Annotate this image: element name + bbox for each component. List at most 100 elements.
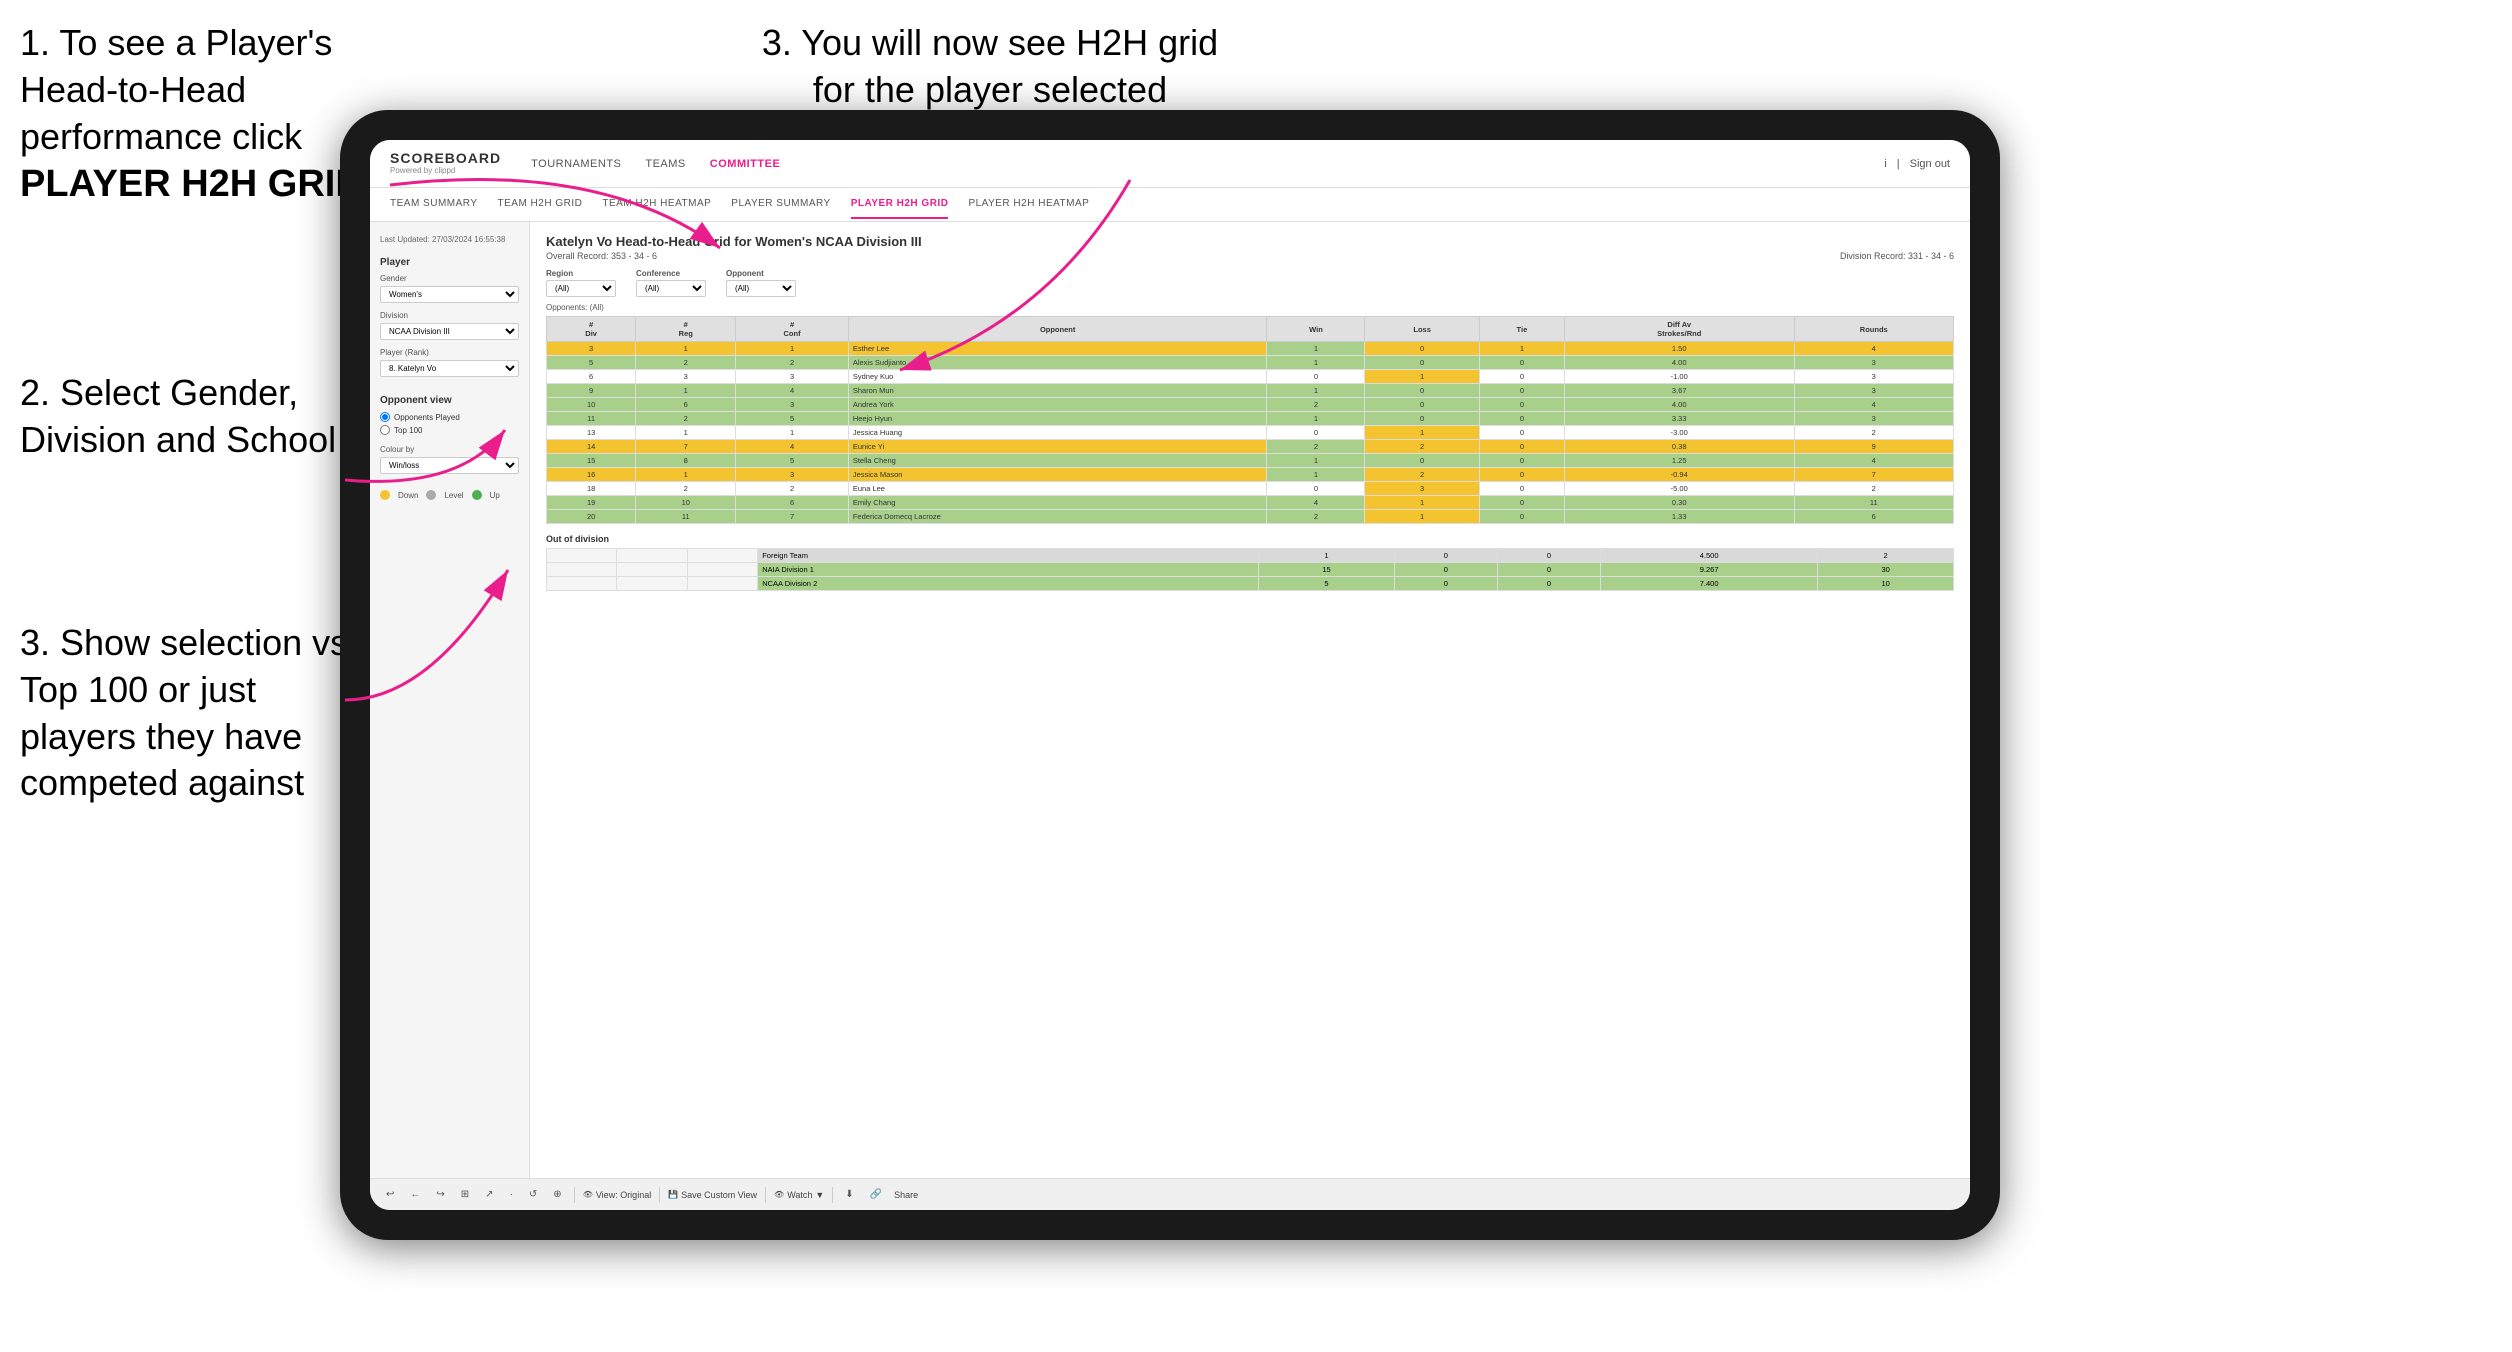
table-row: 633Sydney Kuo010-1.003 [547,370,1954,384]
filter-row: Region (All) Conference (All) Opponent [546,269,1954,297]
col-tie: Tie [1479,317,1564,342]
opponents-label: Opponents: (All) [546,303,1954,312]
col-diff: Diff AvStrokes/Rnd [1564,317,1794,342]
toolbar-undo[interactable]: ↩ [382,1187,398,1202]
grid-subtitle: Overall Record: 353 - 34 - 6 Division Re… [546,251,1954,261]
toolbar: ↩ ← ↪ ⊞ ↗ · ↺ ⊕ 👁 View: Original 💾 Save … [370,1178,1970,1210]
sidebar-gender-select[interactable]: Women's [380,286,519,303]
sidebar-radio-top100[interactable]: Top 100 [380,425,519,435]
table-header-row: #Div #Reg #Conf Opponent Win Loss Tie Di… [547,317,1954,342]
table-row: 1822Euna Lee030-5.002 [547,482,1954,496]
table-row: 1474Eunice Yi2200.389 [547,440,1954,454]
toolbar-grid[interactable]: ⊞ [457,1187,473,1202]
filter-region-label: Region [546,269,616,278]
out-of-division-title: Out of division [546,534,1954,544]
sub-nav-team-summary[interactable]: TEAM SUMMARY [390,190,478,219]
filter-group-region: Region (All) [546,269,616,297]
col-opponent: Opponent [848,317,1267,342]
toolbar-sep1 [574,1187,575,1203]
grid-title: Katelyn Vo Head-to-Head Grid for Women's… [546,234,1954,249]
sidebar-colour-by-label: Colour by [380,445,519,454]
division-record: Division Record: 331 - 34 - 6 [1840,251,1954,261]
filter-group-opponent: Opponent (All) [726,269,796,297]
table-row: 20117Federica Domecq Lacroze2101.336 [547,510,1954,524]
sub-nav-player-h2h-heatmap[interactable]: PLAYER H2H HEATMAP [968,190,1089,219]
main-content: Last Updated: 27/03/2024 16:55:38 Player… [370,222,1970,1178]
nav-tournaments[interactable]: TOURNAMENTS [531,158,621,170]
table-row: 1063Andrea York2004.004 [547,398,1954,412]
toolbar-view-original[interactable]: 👁 View: Original [583,1190,652,1200]
filter-conference-label: Conference [636,269,706,278]
toolbar-arrows[interactable]: ↗ [481,1187,497,1202]
colour-legend: Down Level Up [380,490,519,500]
instruction-step4: 3. Show selection vs Top 100 or just pla… [20,620,360,807]
instruction-step3-header: 3. You will now see H2H grid for the pla… [760,20,1220,114]
out-table-row: Foreign Team1004.5002 [547,549,1954,563]
tablet-device: SCOREBOARD Powered by clippd TOURNAMENTS… [340,110,2000,1240]
col-reg: #Reg [636,317,736,342]
sub-nav-team-h2h-heatmap[interactable]: TEAM H2H HEATMAP [602,190,711,219]
filter-conference-select[interactable]: (All) [636,280,706,297]
toolbar-dot[interactable]: · [506,1187,517,1202]
toolbar-save-custom[interactable]: 💾 Save Custom View [668,1190,757,1200]
nav-icon: i [1884,158,1886,170]
sidebar-opponent-view-title: Opponent view [380,395,519,406]
table-row: 914Sharon Mun1003.673 [547,384,1954,398]
logo: SCOREBOARD Powered by clippd [390,151,501,175]
col-rounds: Rounds [1794,317,1953,342]
filter-opponent-label: Opponent [726,269,796,278]
overall-record: Overall Record: 353 - 34 - 6 [546,251,657,261]
nav-right: i | Sign out [1884,158,1950,170]
sidebar-player-label: Player [380,257,519,268]
filter-region-select[interactable]: (All) [546,280,616,297]
legend-level-dot [426,490,436,500]
toolbar-download[interactable]: ⬇ [841,1187,857,1202]
toolbar-sep3 [765,1187,766,1203]
sidebar-gender-label: Gender [380,274,519,283]
nav-teams[interactable]: TEAMS [645,158,685,170]
sidebar-division-select[interactable]: NCAA Division III [380,323,519,340]
toolbar-refresh[interactable]: ↺ [525,1187,541,1202]
table-row: 522Alexis Sudjianto1004.003 [547,356,1954,370]
sidebar-timestamp: Last Updated: 27/03/2024 16:55:38 [380,234,519,245]
col-div: #Div [547,317,636,342]
out-table-row: NCAA Division 25007.40010 [547,577,1954,591]
table-row: 1613Jessica Mason120-0.947 [547,468,1954,482]
toolbar-watch[interactable]: 👁 Watch ▼ [774,1190,824,1200]
nav-committee[interactable]: COMMITTEE [710,158,781,170]
out-table-row: NAIA Division 115009.26730 [547,563,1954,577]
sub-nav-player-h2h-grid[interactable]: PLAYER H2H GRID [851,190,949,219]
table-row: 311Esther Lee1011.504 [547,342,1954,356]
sign-out-link[interactable]: Sign out [1910,158,1950,170]
sidebar-player-rank-select[interactable]: 8. Katelyn Vo [380,360,519,377]
legend-up-dot [472,490,482,500]
grid-content: Katelyn Vo Head-to-Head Grid for Women's… [530,222,1970,1178]
sub-nav-player-summary[interactable]: PLAYER SUMMARY [731,190,830,219]
filter-opponent-select[interactable]: (All) [726,280,796,297]
sidebar: Last Updated: 27/03/2024 16:55:38 Player… [370,222,530,1178]
sidebar-colour-by-select[interactable]: Win/loss [380,457,519,474]
sidebar-player-rank-label: Player (Rank) [380,348,519,357]
instruction-step2: 2. Select Gender, Division and School [20,370,360,464]
sub-nav: TEAM SUMMARY TEAM H2H GRID TEAM H2H HEAT… [370,188,1970,222]
nav-links: TOURNAMENTS TEAMS COMMITTEE [531,158,780,170]
toolbar-sep2 [659,1187,660,1203]
tablet-screen: SCOREBOARD Powered by clippd TOURNAMENTS… [370,140,1970,1210]
sidebar-division-label: Division [380,311,519,320]
toolbar-share[interactable]: Share [894,1190,918,1200]
legend-down-dot [380,490,390,500]
filter-group-conference: Conference (All) [636,269,706,297]
toolbar-forward[interactable]: ↪ [432,1187,448,1202]
table-row: 19106Emily Chang4100.3011 [547,496,1954,510]
toolbar-sep4 [832,1187,833,1203]
toolbar-back[interactable]: ← [406,1187,424,1202]
sub-nav-team-h2h-grid[interactable]: TEAM H2H GRID [498,190,583,219]
out-of-division-table: Foreign Team1004.5002NAIA Division 11500… [546,548,1954,591]
col-conf: #Conf [736,317,849,342]
sidebar-radio-opponents-played[interactable]: Opponents Played [380,412,519,422]
table-row: 1125Heejo Hyun1003.333 [547,412,1954,426]
h2h-data-table: #Div #Reg #Conf Opponent Win Loss Tie Di… [546,316,1954,524]
toolbar-zoom[interactable]: ⊕ [549,1187,565,1202]
nav-bar: SCOREBOARD Powered by clippd TOURNAMENTS… [370,140,1970,188]
toolbar-link[interactable]: 🔗 [866,1187,886,1202]
